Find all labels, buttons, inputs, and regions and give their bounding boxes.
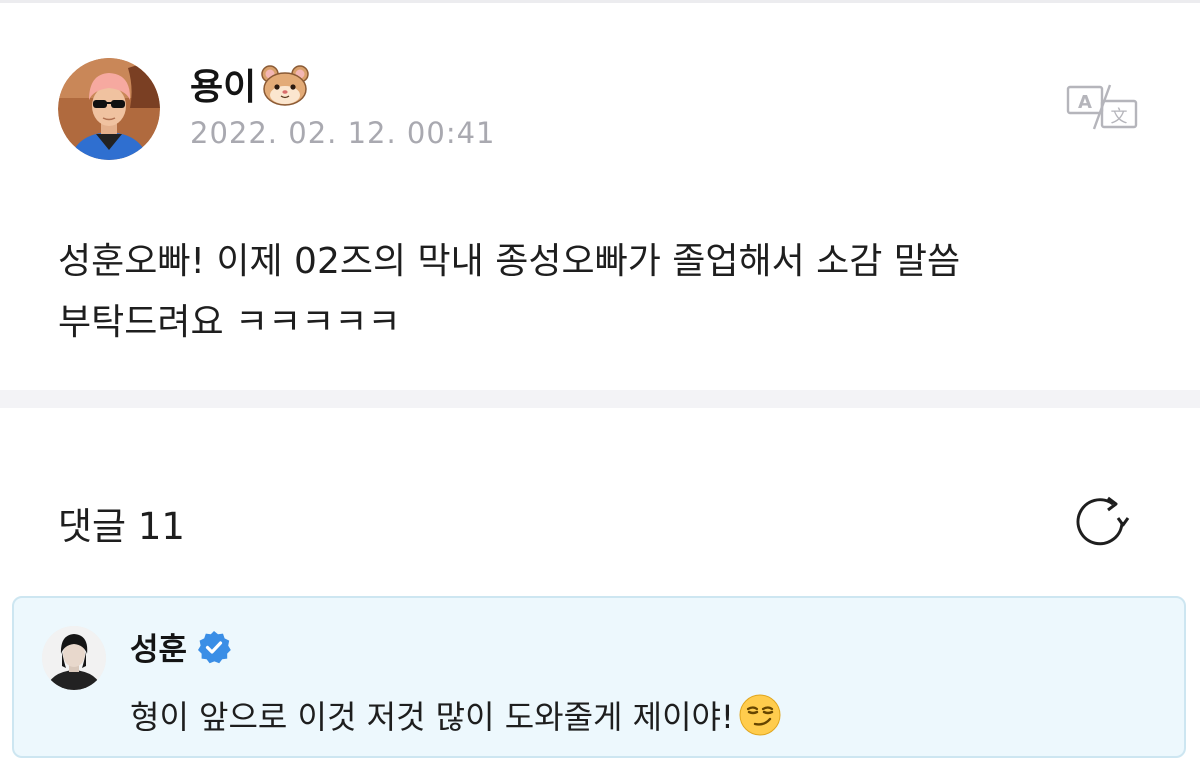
post-body: 성훈오빠! 이제 02즈의 막내 종성오빠가 졸업해서 소감 말씀 부탁드려요 … bbox=[58, 241, 961, 343]
translate-button[interactable]: A 文 bbox=[1066, 83, 1138, 133]
smirking-face-icon bbox=[739, 694, 781, 736]
svg-text:文: 文 bbox=[1111, 107, 1128, 127]
post-detail-page: 용이 2022. 02. 12. 00:41 A 文 성훈오빠! 이제 02즈의… bbox=[0, 0, 1200, 781]
comment-text: 형이 앞으로 이것 저것 많이 도와줄게 제이야! bbox=[130, 692, 782, 738]
post-timestamp: 2022. 02. 12. 00:41 bbox=[190, 116, 496, 150]
comment-author-name-text: 성훈 bbox=[130, 632, 188, 668]
comment-text-content: 형이 앞으로 이것 저것 많이 도와줄게 제이야! bbox=[130, 698, 734, 736]
post: 용이 2022. 02. 12. 00:41 A 文 성훈오빠! 이제 02즈의… bbox=[0, 3, 1200, 390]
author-name-text: 용이 bbox=[190, 67, 257, 108]
author-avatar[interactable] bbox=[58, 58, 160, 160]
section-divider bbox=[0, 390, 1200, 408]
translate-icon: A 文 bbox=[1066, 84, 1138, 130]
comment-author-avatar[interactable] bbox=[42, 626, 106, 690]
comment-author-name[interactable]: 성훈 bbox=[130, 624, 231, 669]
refresh-button[interactable] bbox=[1072, 494, 1130, 550]
comment-item[interactable]: 성훈 형이 앞으로 이것 저것 많이 도와줄게 제이야! bbox=[12, 596, 1186, 758]
refresh-icon bbox=[1076, 496, 1130, 546]
svg-text:A: A bbox=[1078, 92, 1092, 113]
author-name[interactable]: 용이 bbox=[190, 58, 310, 110]
comments-count-header: 댓글 11 bbox=[58, 505, 185, 548]
hamster-face-icon bbox=[260, 62, 310, 106]
verified-badge-icon bbox=[198, 630, 231, 663]
